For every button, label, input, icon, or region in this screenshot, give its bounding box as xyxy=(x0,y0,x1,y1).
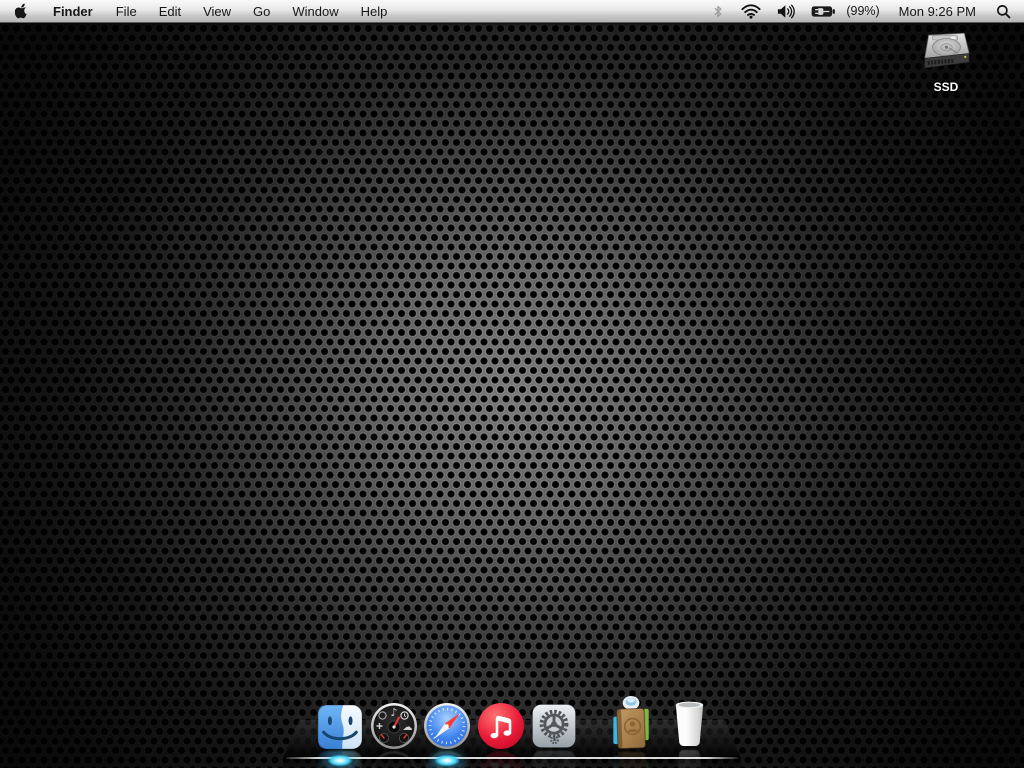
dock-item-address-book-stack[interactable] xyxy=(611,693,655,750)
menu-item-window[interactable]: Window xyxy=(281,0,349,22)
running-indicator-safari xyxy=(433,754,461,767)
menu-item-go[interactable]: Go xyxy=(242,0,281,22)
menu-bar: Finder File Edit View Go Window Help (99… xyxy=(0,0,1024,23)
volume-menu[interactable] xyxy=(769,0,803,22)
menu-clock[interactable]: Mon 9:26 PM xyxy=(889,4,986,19)
dock-item-trash[interactable] xyxy=(668,699,711,748)
menu-item-file[interactable]: File xyxy=(105,0,148,22)
dashboard-icon xyxy=(370,702,418,750)
itunes-icon xyxy=(477,702,525,750)
running-indicator-finder xyxy=(326,754,354,767)
menu-item-view[interactable]: View xyxy=(192,0,242,22)
finder-icon xyxy=(317,704,363,750)
desktop-wallpaper xyxy=(0,0,1024,768)
address-book-stack-icon xyxy=(611,693,655,750)
bluetooth-menu[interactable] xyxy=(703,0,733,22)
apple-menu[interactable] xyxy=(0,0,41,22)
menu-item-help[interactable]: Help xyxy=(350,0,399,22)
menu-item-finder[interactable]: Finder xyxy=(41,0,105,22)
dock-item-system-preferences[interactable] xyxy=(531,703,577,749)
wallpaper-vignette xyxy=(0,0,1024,768)
spotlight-menu[interactable] xyxy=(986,0,1024,22)
dock-item-dashboard[interactable] xyxy=(370,702,418,750)
bluetooth-icon xyxy=(711,4,725,19)
screen: Finder File Edit View Go Window Help (99… xyxy=(0,0,1024,768)
menu-bar-status-area: (99%) Mon 9:26 PM xyxy=(703,0,1024,22)
spotlight-search-icon xyxy=(996,4,1011,19)
desktop-icon-ssd[interactable]: SSD xyxy=(914,30,978,94)
ssd-label: SSD xyxy=(933,80,959,94)
menu-item-edit[interactable]: Edit xyxy=(148,0,192,22)
battery-percent[interactable]: (99%) xyxy=(844,4,888,18)
hard-drive-icon xyxy=(919,30,973,77)
safari-icon xyxy=(423,702,471,750)
dock-item-finder[interactable] xyxy=(317,704,363,750)
dock-item-itunes[interactable] xyxy=(477,702,525,750)
apple-logo-icon xyxy=(15,3,29,20)
dock-item-safari[interactable] xyxy=(423,702,471,750)
battery-menu[interactable] xyxy=(803,0,844,22)
battery-charging-icon xyxy=(811,5,836,18)
volume-icon xyxy=(777,4,795,19)
trash-icon xyxy=(668,699,711,748)
system-preferences-icon xyxy=(531,703,577,749)
wifi-icon xyxy=(741,4,761,19)
wifi-menu[interactable] xyxy=(733,0,769,22)
